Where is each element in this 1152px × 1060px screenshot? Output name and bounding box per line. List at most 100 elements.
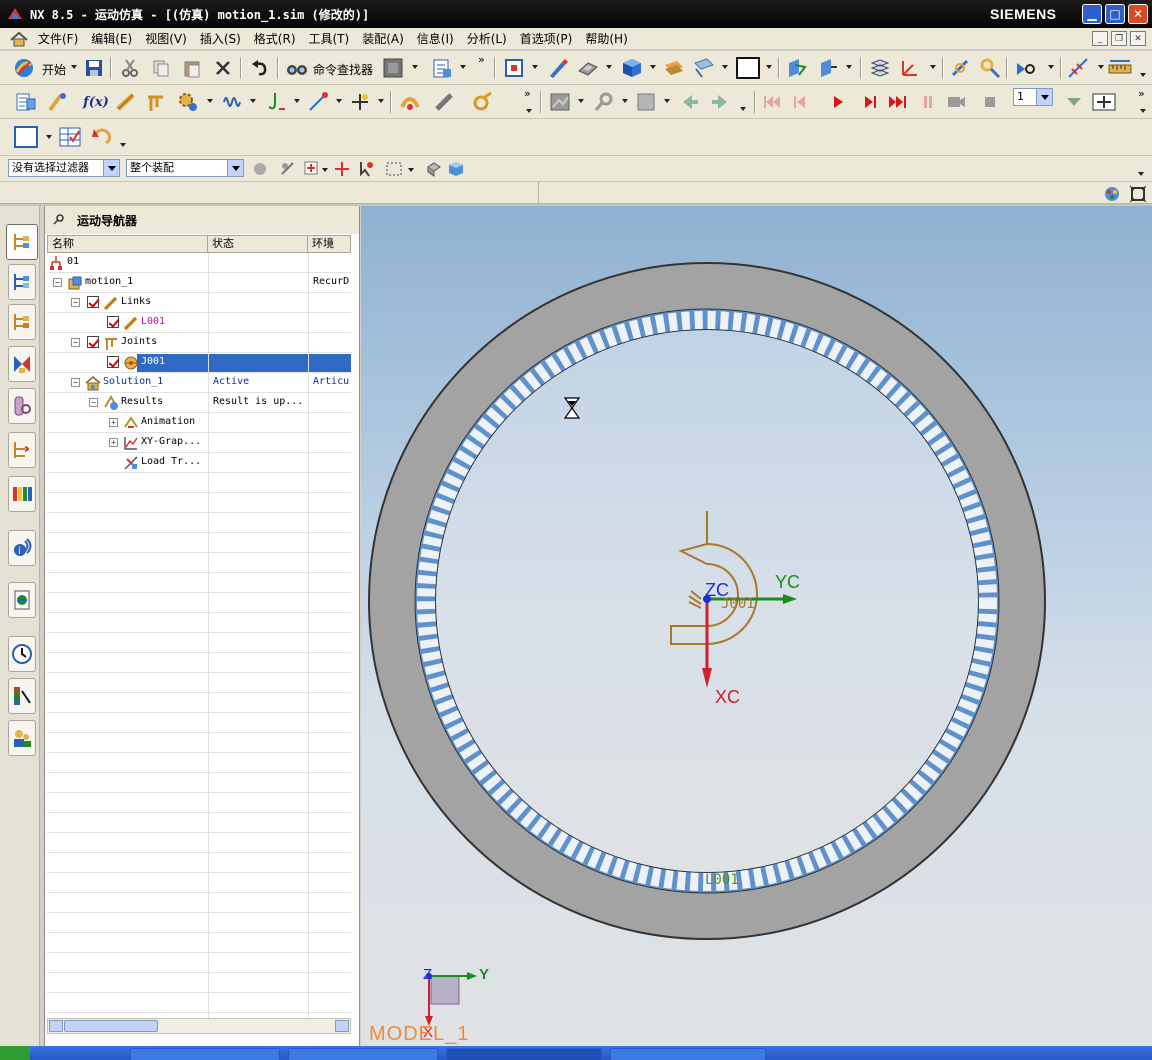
assembly-scope-select[interactable]: 整个装配 bbox=[126, 159, 244, 177]
snap-point-icon[interactable] bbox=[276, 157, 300, 181]
j001-visibility-checkbox[interactable] bbox=[107, 356, 119, 368]
toolbar-overflow-icon[interactable]: » bbox=[478, 53, 485, 66]
export-movie-icon[interactable] bbox=[634, 90, 658, 114]
expand-toggle-icon[interactable]: + bbox=[109, 418, 118, 427]
tree-row-xy-graph[interactable]: + XY-Grap... bbox=[47, 433, 351, 453]
ruler-icon[interactable] bbox=[1108, 56, 1132, 80]
links-visibility-checkbox[interactable] bbox=[87, 296, 99, 308]
tree-row-j001[interactable]: J001 bbox=[47, 353, 351, 373]
menu-file[interactable]: 文件(F) bbox=[34, 30, 87, 47]
stop-icon[interactable] bbox=[978, 90, 1002, 114]
motion-navigator-tab[interactable] bbox=[8, 432, 36, 468]
command-finder-label[interactable]: 命令查找器 bbox=[313, 61, 373, 78]
menu-assembly[interactable]: 装配(A) bbox=[358, 30, 413, 47]
collapse-toggle-icon[interactable]: − bbox=[89, 398, 98, 407]
app-menu-icon[interactable] bbox=[10, 31, 30, 47]
crosshair-icon[interactable] bbox=[330, 157, 354, 181]
delete-icon[interactable] bbox=[211, 56, 235, 80]
point-icon[interactable] bbox=[348, 90, 372, 114]
undo-icon[interactable] bbox=[248, 56, 272, 80]
history-tab[interactable] bbox=[8, 636, 36, 672]
clip-plane-icon[interactable] bbox=[816, 56, 840, 80]
fit-view-icon[interactable] bbox=[502, 56, 526, 80]
playback-mode-icon[interactable] bbox=[1062, 90, 1086, 114]
expand-toggle-icon[interactable]: + bbox=[109, 438, 118, 447]
link-icon[interactable] bbox=[114, 90, 138, 114]
menu-edit[interactable]: 编辑(E) bbox=[87, 30, 141, 47]
start-button[interactable] bbox=[0, 1046, 30, 1060]
taskbar-item-2[interactable] bbox=[288, 1048, 438, 1060]
menu-information[interactable]: 信息(I) bbox=[413, 30, 463, 47]
fast-forward-to-end-icon[interactable] bbox=[886, 90, 910, 114]
column-status[interactable]: 状态 bbox=[208, 236, 308, 252]
constraint-navigator-tab[interactable] bbox=[8, 264, 36, 300]
taskbar-item-1[interactable] bbox=[130, 1048, 280, 1060]
tree-row-results[interactable]: − Results Result is up... bbox=[47, 393, 351, 413]
toolbar2-overflow-icon[interactable]: » bbox=[524, 87, 531, 100]
section-view-icon[interactable] bbox=[784, 56, 808, 80]
loop-toggle-icon[interactable] bbox=[1092, 90, 1116, 114]
minimize-button[interactable]: ▁ bbox=[1082, 4, 1102, 24]
transform-icon[interactable] bbox=[948, 56, 972, 80]
start-menu-label[interactable]: 开始 bbox=[42, 61, 66, 78]
step-forward-arrow-icon[interactable] bbox=[708, 90, 732, 114]
graphics-window[interactable]: ZC YC XC J001 L001 Z Y X MODEL_1 bbox=[361, 206, 1152, 1046]
select-cursor-icon[interactable] bbox=[354, 157, 378, 181]
palette-tab[interactable] bbox=[8, 476, 36, 512]
toolbar2-right-overflow-icon[interactable]: » bbox=[1138, 87, 1145, 100]
selection-priority-icon[interactable] bbox=[248, 157, 272, 181]
save-icon[interactable] bbox=[82, 56, 106, 80]
graph-icon[interactable] bbox=[548, 90, 572, 114]
clipboard-dropdown-icon[interactable] bbox=[460, 65, 466, 69]
model-canvas[interactable] bbox=[361, 206, 1152, 1046]
close-button[interactable]: ✕ bbox=[1128, 4, 1148, 24]
menu-preferences[interactable]: 首选项(P) bbox=[516, 30, 582, 47]
measure-icon[interactable] bbox=[432, 90, 456, 114]
tree-row-motion-1[interactable]: − motion_1 RecurD bbox=[47, 273, 351, 293]
menu-tools[interactable]: 工具(T) bbox=[305, 30, 359, 47]
tree-row-joints[interactable]: − Joints bbox=[47, 333, 351, 353]
menu-format[interactable]: 格式(R) bbox=[250, 30, 305, 47]
rectangle-view-icon[interactable] bbox=[14, 125, 38, 149]
gear-icon[interactable] bbox=[176, 90, 200, 114]
reuse-library-tab[interactable] bbox=[8, 346, 36, 382]
display-rectangle-icon[interactable] bbox=[736, 56, 760, 80]
reset-orientation-icon[interactable] bbox=[90, 125, 114, 149]
tree-row-links[interactable]: − Links bbox=[47, 293, 351, 313]
l001-visibility-checkbox[interactable] bbox=[107, 316, 119, 328]
menu-view[interactable]: 视图(V) bbox=[141, 30, 196, 47]
hd3d-tools-tab[interactable] bbox=[8, 388, 36, 424]
web-browser-tab[interactable] bbox=[8, 582, 36, 618]
cube-view-icon[interactable] bbox=[620, 56, 644, 80]
search-motion-icon[interactable] bbox=[592, 90, 616, 114]
spring-icon[interactable] bbox=[220, 90, 244, 114]
tree-row-l001[interactable]: L001 bbox=[47, 313, 351, 333]
collapse-toggle-icon[interactable]: − bbox=[71, 378, 80, 387]
menu-insert[interactable]: 插入(S) bbox=[196, 30, 250, 47]
menu-help[interactable]: 帮助(H) bbox=[581, 30, 636, 47]
menu-analysis[interactable]: 分析(L) bbox=[463, 30, 516, 47]
fullscreen-icon[interactable] bbox=[1126, 182, 1150, 206]
cut-icon[interactable] bbox=[118, 56, 142, 80]
collapse-toggle-icon[interactable]: − bbox=[53, 278, 62, 287]
step-forward-icon[interactable] bbox=[858, 90, 882, 114]
tree-row-solution-1[interactable]: − Solution_1 Active Articu bbox=[47, 373, 351, 393]
roles-tab[interactable] bbox=[8, 720, 36, 756]
play-icon[interactable] bbox=[826, 90, 850, 114]
add-filter-icon[interactable] bbox=[300, 157, 324, 181]
function-manager-icon[interactable]: f(x) bbox=[82, 90, 110, 114]
info-broadcast-tab[interactable]: i bbox=[8, 530, 36, 566]
motion-driver-icon[interactable] bbox=[398, 90, 422, 114]
pen-icon[interactable] bbox=[546, 56, 570, 80]
master-model-icon[interactable] bbox=[46, 90, 70, 114]
taskbar-item-3[interactable] bbox=[446, 1048, 602, 1060]
measure-distance-icon[interactable] bbox=[1066, 56, 1090, 80]
contact-icon[interactable] bbox=[264, 90, 288, 114]
navigator-horizontal-scrollbar[interactable] bbox=[47, 1018, 351, 1034]
system-materials-tab[interactable] bbox=[8, 678, 36, 714]
layer-manager-icon[interactable] bbox=[868, 56, 892, 80]
layer-icon[interactable] bbox=[662, 56, 686, 80]
collapse-toggle-icon[interactable]: − bbox=[71, 298, 80, 307]
paste-icon[interactable] bbox=[180, 56, 204, 80]
mdi-minimize-button[interactable]: _ bbox=[1092, 31, 1108, 46]
